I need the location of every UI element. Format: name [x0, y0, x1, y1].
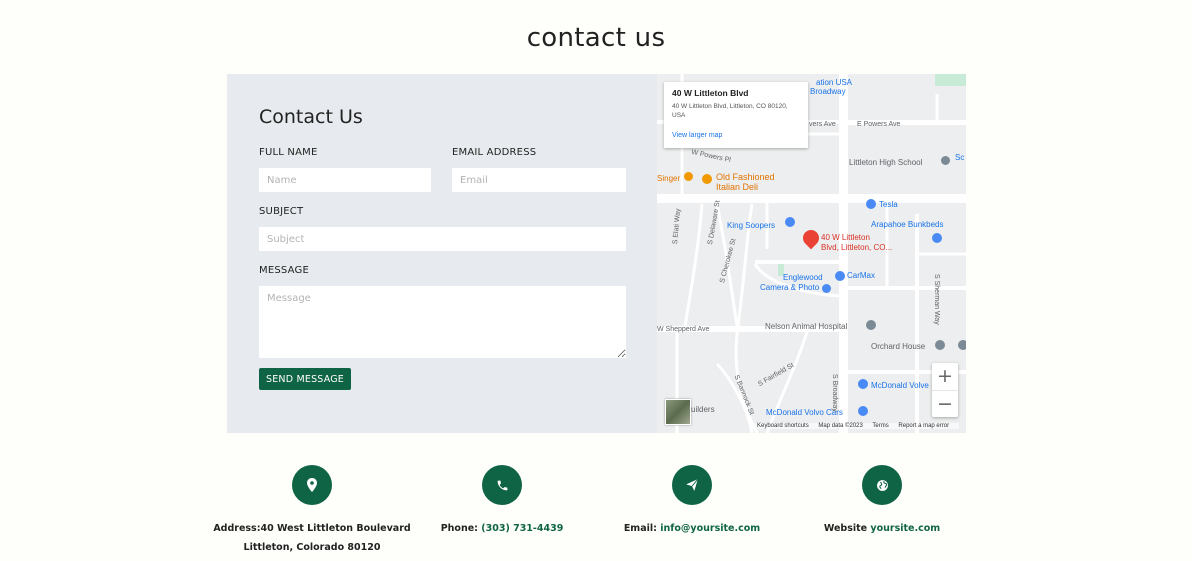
map-label: S Sherman Way	[933, 274, 940, 325]
restaurant-marker-icon[interactable]	[684, 172, 693, 181]
page-title: contact us	[526, 23, 666, 54]
restaurant-marker-icon[interactable]	[702, 174, 712, 184]
map-label: Broadway	[810, 87, 846, 96]
subject-input[interactable]	[259, 227, 626, 251]
map-label: ation USA	[816, 78, 853, 87]
phone-label: Phone:	[440, 523, 478, 534]
address-text: Address:40 West Littleton Boulevard Litt…	[212, 519, 412, 557]
zoom-out-button[interactable]: −	[932, 390, 958, 418]
email-label: EMAIL ADDRESS	[452, 147, 537, 158]
vet-marker-icon[interactable]	[866, 320, 876, 330]
shop-marker-icon[interactable]	[932, 233, 942, 243]
contact-section: Contact Us FULL NAME EMAIL ADDRESS SUBJE…	[227, 74, 966, 433]
map-card-title: 40 W Littleton Blvd	[672, 88, 749, 98]
phone-icon	[482, 465, 522, 505]
terms-link[interactable]: Terms	[872, 423, 888, 429]
pin-label: Blvd, Littleton, CO...	[821, 243, 893, 252]
map-zoom-control: + −	[932, 363, 958, 417]
view-larger-map-link[interactable]: View larger map	[672, 132, 722, 139]
map-data-text: Map data ©2023	[818, 423, 863, 429]
map-label: Singer	[657, 174, 681, 183]
phone-text: Phone: (303) 731-4439	[402, 519, 602, 538]
shop-marker-icon[interactable]	[858, 379, 868, 389]
map-label: King Soopers	[727, 221, 776, 230]
shop-marker-icon[interactable]	[822, 284, 831, 293]
email-text: Email: info@yoursite.com	[592, 519, 792, 538]
website-info: Website yoursite.com	[782, 465, 982, 538]
keyboard-shortcuts-link[interactable]: Keyboard shortcuts	[757, 423, 809, 429]
map-label: Englewood	[783, 273, 823, 282]
full-name-input[interactable]	[259, 168, 431, 192]
globe-icon	[862, 465, 902, 505]
phone-link[interactable]: (303) 731-4439	[481, 523, 563, 534]
address-label: Address:	[213, 523, 261, 534]
map-label: W Shepperd Ave	[657, 326, 710, 333]
shop-marker-icon[interactable]	[858, 406, 868, 416]
map-label: Arapahoe Bunkbeds	[871, 220, 944, 229]
form-heading: Contact Us	[259, 106, 363, 128]
message-textarea[interactable]	[259, 286, 626, 358]
map-info-card: 40 W Littleton Blvd 40 W Littleton Blvd,…	[664, 82, 808, 148]
map-label: Nelson Animal Hospital	[765, 322, 848, 331]
subject-label: SUBJECT	[259, 206, 304, 217]
map-label: CarMax	[847, 271, 876, 280]
website-link[interactable]: yoursite.com	[870, 523, 940, 534]
website-text: Website yoursite.com	[782, 519, 982, 538]
school-marker-icon[interactable]	[941, 156, 950, 165]
embedded-map[interactable]: 40 W Littleton Blvd 40 W Littleton Blvd,…	[657, 74, 966, 433]
place-marker-icon[interactable]	[958, 340, 966, 350]
grocery-marker-icon[interactable]	[785, 217, 795, 227]
address-info: Address:40 West Littleton Boulevard Litt…	[212, 465, 412, 557]
phone-info: Phone: (303) 731-4439	[402, 465, 602, 538]
full-name-label: FULL NAME	[259, 147, 318, 158]
pin-label: 40 W Littleton	[821, 233, 870, 242]
paper-plane-icon	[672, 465, 712, 505]
map-label: uilders	[691, 405, 715, 414]
map-label: Sc	[955, 153, 965, 162]
shop-marker-icon[interactable]	[835, 271, 845, 281]
map-label: McDonald Volve	[871, 381, 929, 390]
website-label: Website	[823, 523, 868, 534]
map-label: Camera & Photo	[760, 283, 820, 292]
map-label: S Broadway	[831, 374, 838, 412]
zoom-in-button[interactable]: +	[932, 363, 958, 390]
map-pin-icon	[292, 465, 332, 505]
map-label: Orchard House	[871, 342, 926, 351]
email-link[interactable]: info@yoursite.com	[660, 523, 760, 534]
map-label: Italian Deli	[716, 182, 759, 192]
contact-form: Contact Us FULL NAME EMAIL ADDRESS SUBJE…	[227, 74, 657, 433]
shop-marker-icon[interactable]	[866, 199, 876, 209]
map-label: Littleton High School	[849, 158, 923, 167]
map-footer: Keyboard shortcuts Map data ©2023 Terms …	[755, 423, 960, 429]
email-info: Email: info@yoursite.com	[592, 465, 792, 538]
address-line2: Littleton, Colorado 80120	[243, 542, 381, 553]
map-label: E Powers Ave	[857, 121, 901, 128]
send-message-button[interactable]: SEND MESSAGE	[259, 368, 352, 390]
map-label: Tesla	[879, 200, 898, 209]
place-marker-icon[interactable]	[935, 340, 945, 350]
map-card-address: 40 W Littleton Blvd, Littleton, CO 80120…	[672, 103, 788, 119]
report-map-error-link[interactable]: Report a map error	[898, 423, 949, 429]
email-label-text: Email:	[623, 523, 657, 534]
map-label: vers Ave	[809, 121, 836, 128]
address-line1: 40 West Littleton Boulevard	[260, 523, 411, 534]
message-label: MESSAGE	[259, 265, 309, 276]
map-label: Old Fashioned	[716, 172, 775, 182]
satellite-toggle-button[interactable]	[665, 399, 691, 425]
email-input[interactable]	[452, 168, 626, 192]
